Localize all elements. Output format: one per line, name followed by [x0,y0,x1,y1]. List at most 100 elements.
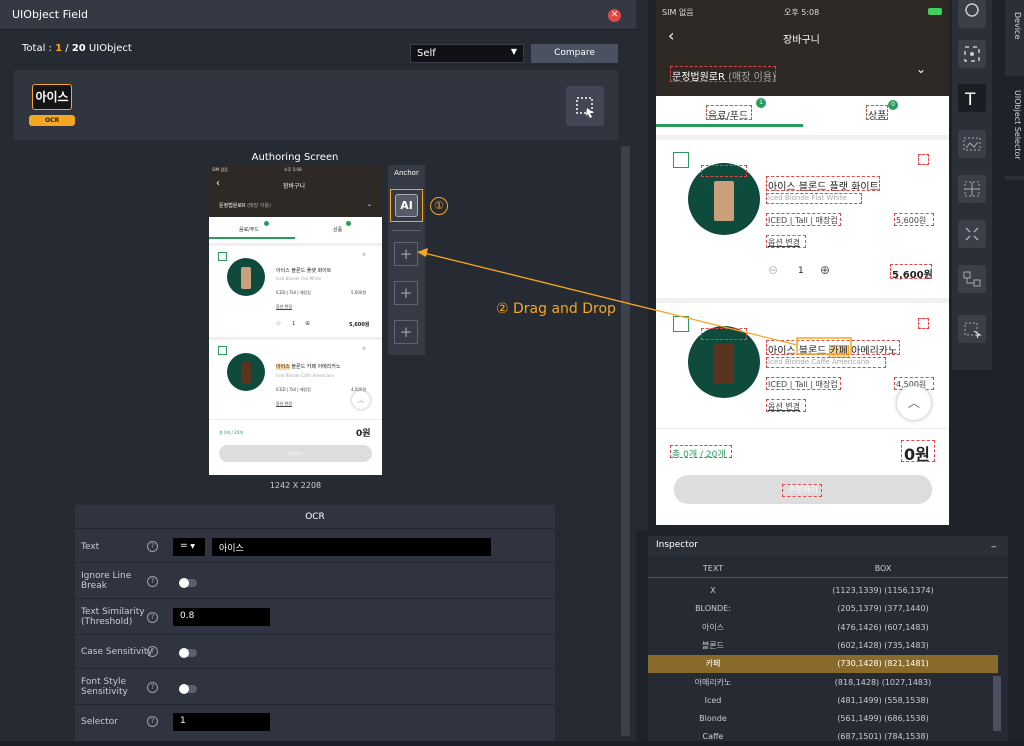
text-label: Text [81,542,100,552]
target-select[interactable]: Self ▼ [410,44,524,63]
help-icon[interactable]: ? [147,612,158,623]
total-counter: Total : 1 / 20 UIObject [22,43,132,54]
order-button: 주문하기 [219,445,372,462]
item1-total: 5,600원 [349,322,370,328]
inspector-row[interactable]: 아메리카노 (818,1428) (1027,1483) [648,674,998,692]
similarity-input[interactable]: 0.8 [173,608,270,626]
status-time: 오후 5:08 [284,167,302,172]
item1-qty: 1 [292,321,296,327]
minus-icon: ⊖ [276,320,282,327]
font-style-toggle[interactable] [179,684,197,694]
order-summary: 총 0개 / 20개 [219,430,243,435]
row-box: (1123,1339) (1156,1374) [832,586,934,595]
item1-qty: 1 [798,266,804,276]
remove-icon: ⊗ [362,252,367,258]
ai-anchor-icon: AI [395,194,418,217]
item1-en: Iced Blonde Flat White [276,276,322,281]
inspector-row[interactable]: 카페 (730,1428) (821,1481) [648,655,998,674]
row-text: X [710,586,716,595]
ocr-object-card[interactable]: 아이스 OCR [29,84,75,126]
row-box: (687,1501) (784,1538) [837,732,929,742]
chevron-down-icon[interactable]: ⌄ [916,62,926,76]
item2-options: ICED | Tall | 매장컵 [276,387,311,392]
inspector-row[interactable]: BLONDE: (205,1379) (377,1440) [648,600,998,618]
expand-icon[interactable] [958,220,986,248]
focus-capture-icon[interactable] [958,40,986,68]
help-icon[interactable]: ? [147,716,158,727]
ocr-panel-header: OCR [75,505,555,529]
text-operator-select[interactable]: = ▼ [173,538,205,556]
inspector-row[interactable]: X (1123,1339) (1156,1374) [648,582,998,600]
case-label: Case Sensitivity [81,647,153,657]
ai-anchor-slot[interactable]: AI [390,189,423,222]
font-style-row: Font Style Sensitivity ? [75,669,555,705]
refresh-icon[interactable] [958,0,986,28]
annotation-drag-drop: ② Drag and Drop [496,301,616,317]
status-carrier: SIM 없음 [212,167,228,172]
remove-icon: ⊗ [362,346,367,352]
device-toolstrip: T [952,0,992,370]
inspector-columns: TEXT BOX [648,560,1008,578]
drinks-count-badge: 1 [756,98,766,108]
authoring-screen-label: Authoring Screen [251,152,339,163]
dialog-title: UIObject Field [12,8,89,21]
inspector-scrollbar[interactable] [993,676,1001,731]
selector-row: Selector ? 1 [75,705,555,741]
close-icon[interactable]: ✕ [608,9,621,22]
hierarchy-icon[interactable] [958,265,986,293]
status-time: 오후 5:08 [784,8,820,17]
anchor-panel: Anchor AI + + + [388,165,425,355]
selector-label: Selector [81,717,118,727]
item1-options: ICED | Tall | 매장컵 [276,290,311,295]
inspector-row[interactable]: 블론드 (602,1428) (735,1483) [648,637,998,655]
back-icon[interactable]: ‹ [668,26,674,45]
case-toggle[interactable] [179,648,197,658]
dialog-scrollbar[interactable] [621,146,630,736]
ignore-line-label: Ignore Line Break [81,571,132,591]
help-icon[interactable]: ? [147,682,158,693]
ocr-badge: OCR [29,115,75,126]
resolution-label: 1242 X 2208 [269,481,322,490]
tab-drinks: 음료/푸드 [239,227,260,233]
grid-tool-icon[interactable] [958,175,986,203]
uiobject-strip [14,70,618,140]
total-current: 1 [55,43,63,54]
item1-checkbox[interactable] [673,152,689,168]
back-icon: ‹ [216,178,220,189]
minus-icon[interactable]: ⊖ [768,263,778,277]
text-value-input[interactable]: 아이스 [212,538,491,556]
help-icon[interactable]: ? [147,576,158,587]
annotation-step-1: ① [430,197,448,215]
anchor-slot-add[interactable]: + [394,320,418,344]
ocr-settings-panel: OCR Text ? = ▼ 아이스 Ignore Line Break ? Te… [75,505,555,741]
help-icon[interactable]: ? [147,541,158,552]
goods-count-badge: 0 [888,100,898,110]
scroll-top-icon[interactable]: ︿ [897,386,931,420]
side-tabs: Device UIObject Selector [1005,0,1024,180]
selector-input[interactable]: 1 [173,713,270,731]
ignore-line-toggle[interactable] [179,578,197,588]
region-select-button[interactable] [566,86,604,126]
order-total: 0원 [356,429,371,439]
inspector-row[interactable]: Iced (481,1499) (558,1538) [648,692,998,710]
anchor-slot-add[interactable]: + [394,281,418,305]
inspector-row[interactable]: Blonde (561,1499) (686,1538) [648,710,998,728]
text-tool-icon[interactable]: T [958,84,986,112]
row-text: Caffe [702,732,724,742]
image-tool-icon[interactable] [958,130,986,158]
total-suffix: UIObject [88,43,132,54]
inspector-row[interactable]: 아이스 (476,1426) (607,1483) [648,619,998,637]
anchor-slot-add[interactable]: + [394,242,418,266]
region-select-icon[interactable] [958,315,986,343]
anchor-label: Anchor [394,169,419,177]
help-icon[interactable]: ? [147,646,158,657]
compare-button[interactable]: Compare [531,44,618,63]
row-text: BLONDE: [695,604,731,614]
inspector-row[interactable]: Caffe (687,1501) (784,1538) [648,728,998,746]
item2-checkbox[interactable] [673,316,689,332]
plus-icon[interactable]: ⊕ [820,263,830,277]
tab-uiobject-selector[interactable]: UIObject Selector [1007,90,1022,160]
minimize-icon[interactable]: _ [992,538,997,548]
device-screen[interactable]: SIM 없음 오후 5:08 ‹ 장바구니 문정법원로R (매장 이용) ⌄ 음… [656,0,949,525]
tab-device[interactable]: Device [1007,12,1022,39]
